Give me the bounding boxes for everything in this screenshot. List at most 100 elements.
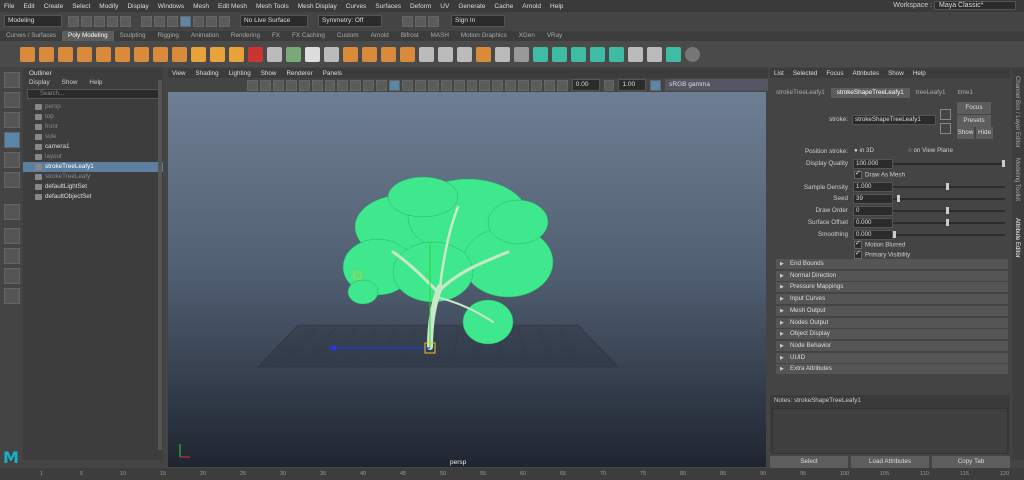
- menu-deform[interactable]: Deform: [410, 3, 431, 10]
- paint-select-icon[interactable]: [4, 112, 20, 128]
- seed-knob[interactable]: [897, 195, 900, 202]
- film-gate-icon[interactable]: [298, 79, 310, 91]
- position-in3d-radio[interactable]: ● in 3D: [854, 147, 874, 154]
- viewport-menu-panels[interactable]: Panels: [323, 70, 342, 77]
- section-end-bounds[interactable]: End Bounds: [776, 259, 1008, 269]
- hide-button[interactable]: Hide: [976, 127, 993, 139]
- snap-point-icon[interactable]: [206, 15, 217, 27]
- render-icon[interactable]: [402, 15, 413, 27]
- select-object-icon[interactable]: [154, 15, 165, 27]
- scale-tool-icon[interactable]: [4, 172, 20, 188]
- safe-action-icon[interactable]: [350, 79, 362, 91]
- boolean-icon[interactable]: [305, 46, 320, 62]
- section-mesh-output[interactable]: Mesh Output: [776, 305, 1008, 316]
- side-tab-modeling-toolkit[interactable]: Modeling Toolkit: [1014, 158, 1020, 201]
- sample-density-slider[interactable]: [893, 186, 1005, 188]
- menu-file[interactable]: File: [4, 3, 14, 10]
- shelf-tab-custom[interactable]: Custom: [331, 31, 365, 41]
- section-uuid[interactable]: UUID: [776, 352, 1008, 363]
- unfold-icon[interactable]: [666, 46, 681, 62]
- shadows-icon[interactable]: [440, 79, 452, 91]
- bevel-icon[interactable]: [362, 46, 377, 62]
- multi-cut-icon[interactable]: [438, 46, 453, 62]
- ae-menu-show[interactable]: Show: [888, 70, 904, 77]
- display-quality-knob[interactable]: [1002, 160, 1005, 167]
- cp-icon[interactable]: [685, 46, 700, 62]
- symmetry-dropdown[interactable]: Symmetry: Off: [318, 15, 382, 27]
- anti-aliasing-icon[interactable]: [479, 79, 491, 91]
- poly-cone-icon[interactable]: [77, 46, 92, 62]
- side-tab-channel-box[interactable]: Channel Box / Layer Editor: [1014, 76, 1020, 148]
- lasso-tool-icon[interactable]: [4, 92, 20, 108]
- redo-icon[interactable]: [120, 15, 131, 27]
- default-material-icon[interactable]: [402, 79, 413, 91]
- ae-menu-focus[interactable]: Focus: [826, 70, 843, 77]
- two-pane-icon[interactable]: [4, 268, 20, 284]
- viewport-menu-lighting[interactable]: Lighting: [229, 70, 251, 77]
- timeline[interactable]: 1 5 10 15 20 25 30 35 40 45 50 55 60 65 70 75 80 85 90 95 10…: [0, 468, 1024, 480]
- load-attributes-button[interactable]: Load Attributes: [851, 456, 929, 468]
- draw-order-field[interactable]: 0: [853, 206, 893, 216]
- shelf-tab-fx-caching[interactable]: FX Caching: [286, 31, 331, 41]
- text-tool-icon[interactable]: [210, 46, 225, 62]
- last-tool-icon[interactable]: [4, 204, 20, 220]
- gamma-icon[interactable]: [603, 79, 615, 91]
- show-button[interactable]: Show: [957, 127, 974, 139]
- surface-offset-knob[interactable]: [946, 219, 949, 226]
- shelf-tab-sculpting[interactable]: Sculpting: [114, 31, 152, 41]
- safe-title-icon[interactable]: [363, 79, 375, 91]
- workspace-selector[interactable]: Workspace : Maya Classic*: [893, 1, 1016, 10]
- single-pane-icon[interactable]: [4, 228, 20, 244]
- field-chart-icon[interactable]: [337, 79, 349, 91]
- snap-curve-icon[interactable]: [193, 15, 204, 27]
- ae-menu-attributes[interactable]: Attributes: [852, 70, 879, 77]
- bridge-icon[interactable]: [381, 46, 396, 62]
- menu-windows[interactable]: Windows: [158, 3, 184, 10]
- spherical-map-icon[interactable]: [590, 46, 605, 62]
- viewport-menu-shading[interactable]: Shading: [196, 70, 219, 77]
- focus-node-icon[interactable]: [940, 109, 951, 120]
- select-hierarchy-icon[interactable]: [141, 15, 152, 27]
- outliner-item[interactable]: defaultObjectSet: [23, 192, 163, 202]
- resolution-gate-icon[interactable]: [311, 79, 323, 91]
- section-normal-direction[interactable]: Normal Direction: [776, 270, 1008, 281]
- svg-tool-icon[interactable]: [229, 46, 244, 62]
- move-tool-icon[interactable]: [4, 132, 20, 148]
- outliner-menu-show[interactable]: Show: [62, 79, 78, 86]
- menu-surfaces[interactable]: Surfaces: [375, 3, 401, 10]
- lights-icon[interactable]: [427, 79, 439, 91]
- sew-uv-icon[interactable]: [647, 46, 662, 62]
- snap-surface-icon[interactable]: [219, 15, 230, 27]
- display-quality-slider[interactable]: [893, 163, 1005, 165]
- viewport-menu-view[interactable]: View: [172, 70, 186, 77]
- automatic-map-icon[interactable]: [609, 46, 624, 62]
- shelf-tab-arnold[interactable]: Arnold: [365, 31, 395, 41]
- cut-uv-icon[interactable]: [628, 46, 643, 62]
- menu-display[interactable]: Display: [127, 3, 148, 10]
- render-settings-icon[interactable]: [428, 15, 439, 27]
- color-management-icon[interactable]: [650, 79, 662, 91]
- shelf-tab-vray[interactable]: VRay: [541, 31, 568, 41]
- sample-density-knob[interactable]: [946, 183, 949, 190]
- isolate-select-icon[interactable]: [505, 79, 517, 91]
- draw-order-slider[interactable]: [893, 210, 1005, 212]
- section-node-behavior[interactable]: Node Behavior: [776, 340, 1008, 351]
- mode-dropdown[interactable]: Modeling: [4, 15, 62, 27]
- viewport-menu-renderer[interactable]: Renderer: [286, 70, 312, 77]
- smooth-icon[interactable]: [286, 46, 301, 62]
- ae-menu-help[interactable]: Help: [913, 70, 926, 77]
- append-icon[interactable]: [400, 46, 415, 62]
- separate-icon[interactable]: [267, 46, 282, 62]
- gate-mask-icon[interactable]: [324, 79, 336, 91]
- menu-edit[interactable]: Edit: [23, 3, 34, 10]
- shelf-tab-motion-graphics[interactable]: Motion Graphics: [455, 31, 513, 41]
- select-tool-icon[interactable]: [4, 72, 20, 88]
- menu-mesh-display[interactable]: Mesh Display: [298, 3, 337, 10]
- textured-icon[interactable]: [414, 79, 426, 91]
- image-plane-icon[interactable]: [272, 79, 284, 91]
- planar-map-icon[interactable]: [552, 46, 567, 62]
- side-tab-attribute-editor[interactable]: Attribute Editor: [1014, 218, 1020, 258]
- copy-tab-button[interactable]: Copy Tab: [932, 456, 1010, 468]
- poly-sphere-icon[interactable]: [20, 46, 35, 62]
- viewport-3d[interactable]: [168, 92, 766, 467]
